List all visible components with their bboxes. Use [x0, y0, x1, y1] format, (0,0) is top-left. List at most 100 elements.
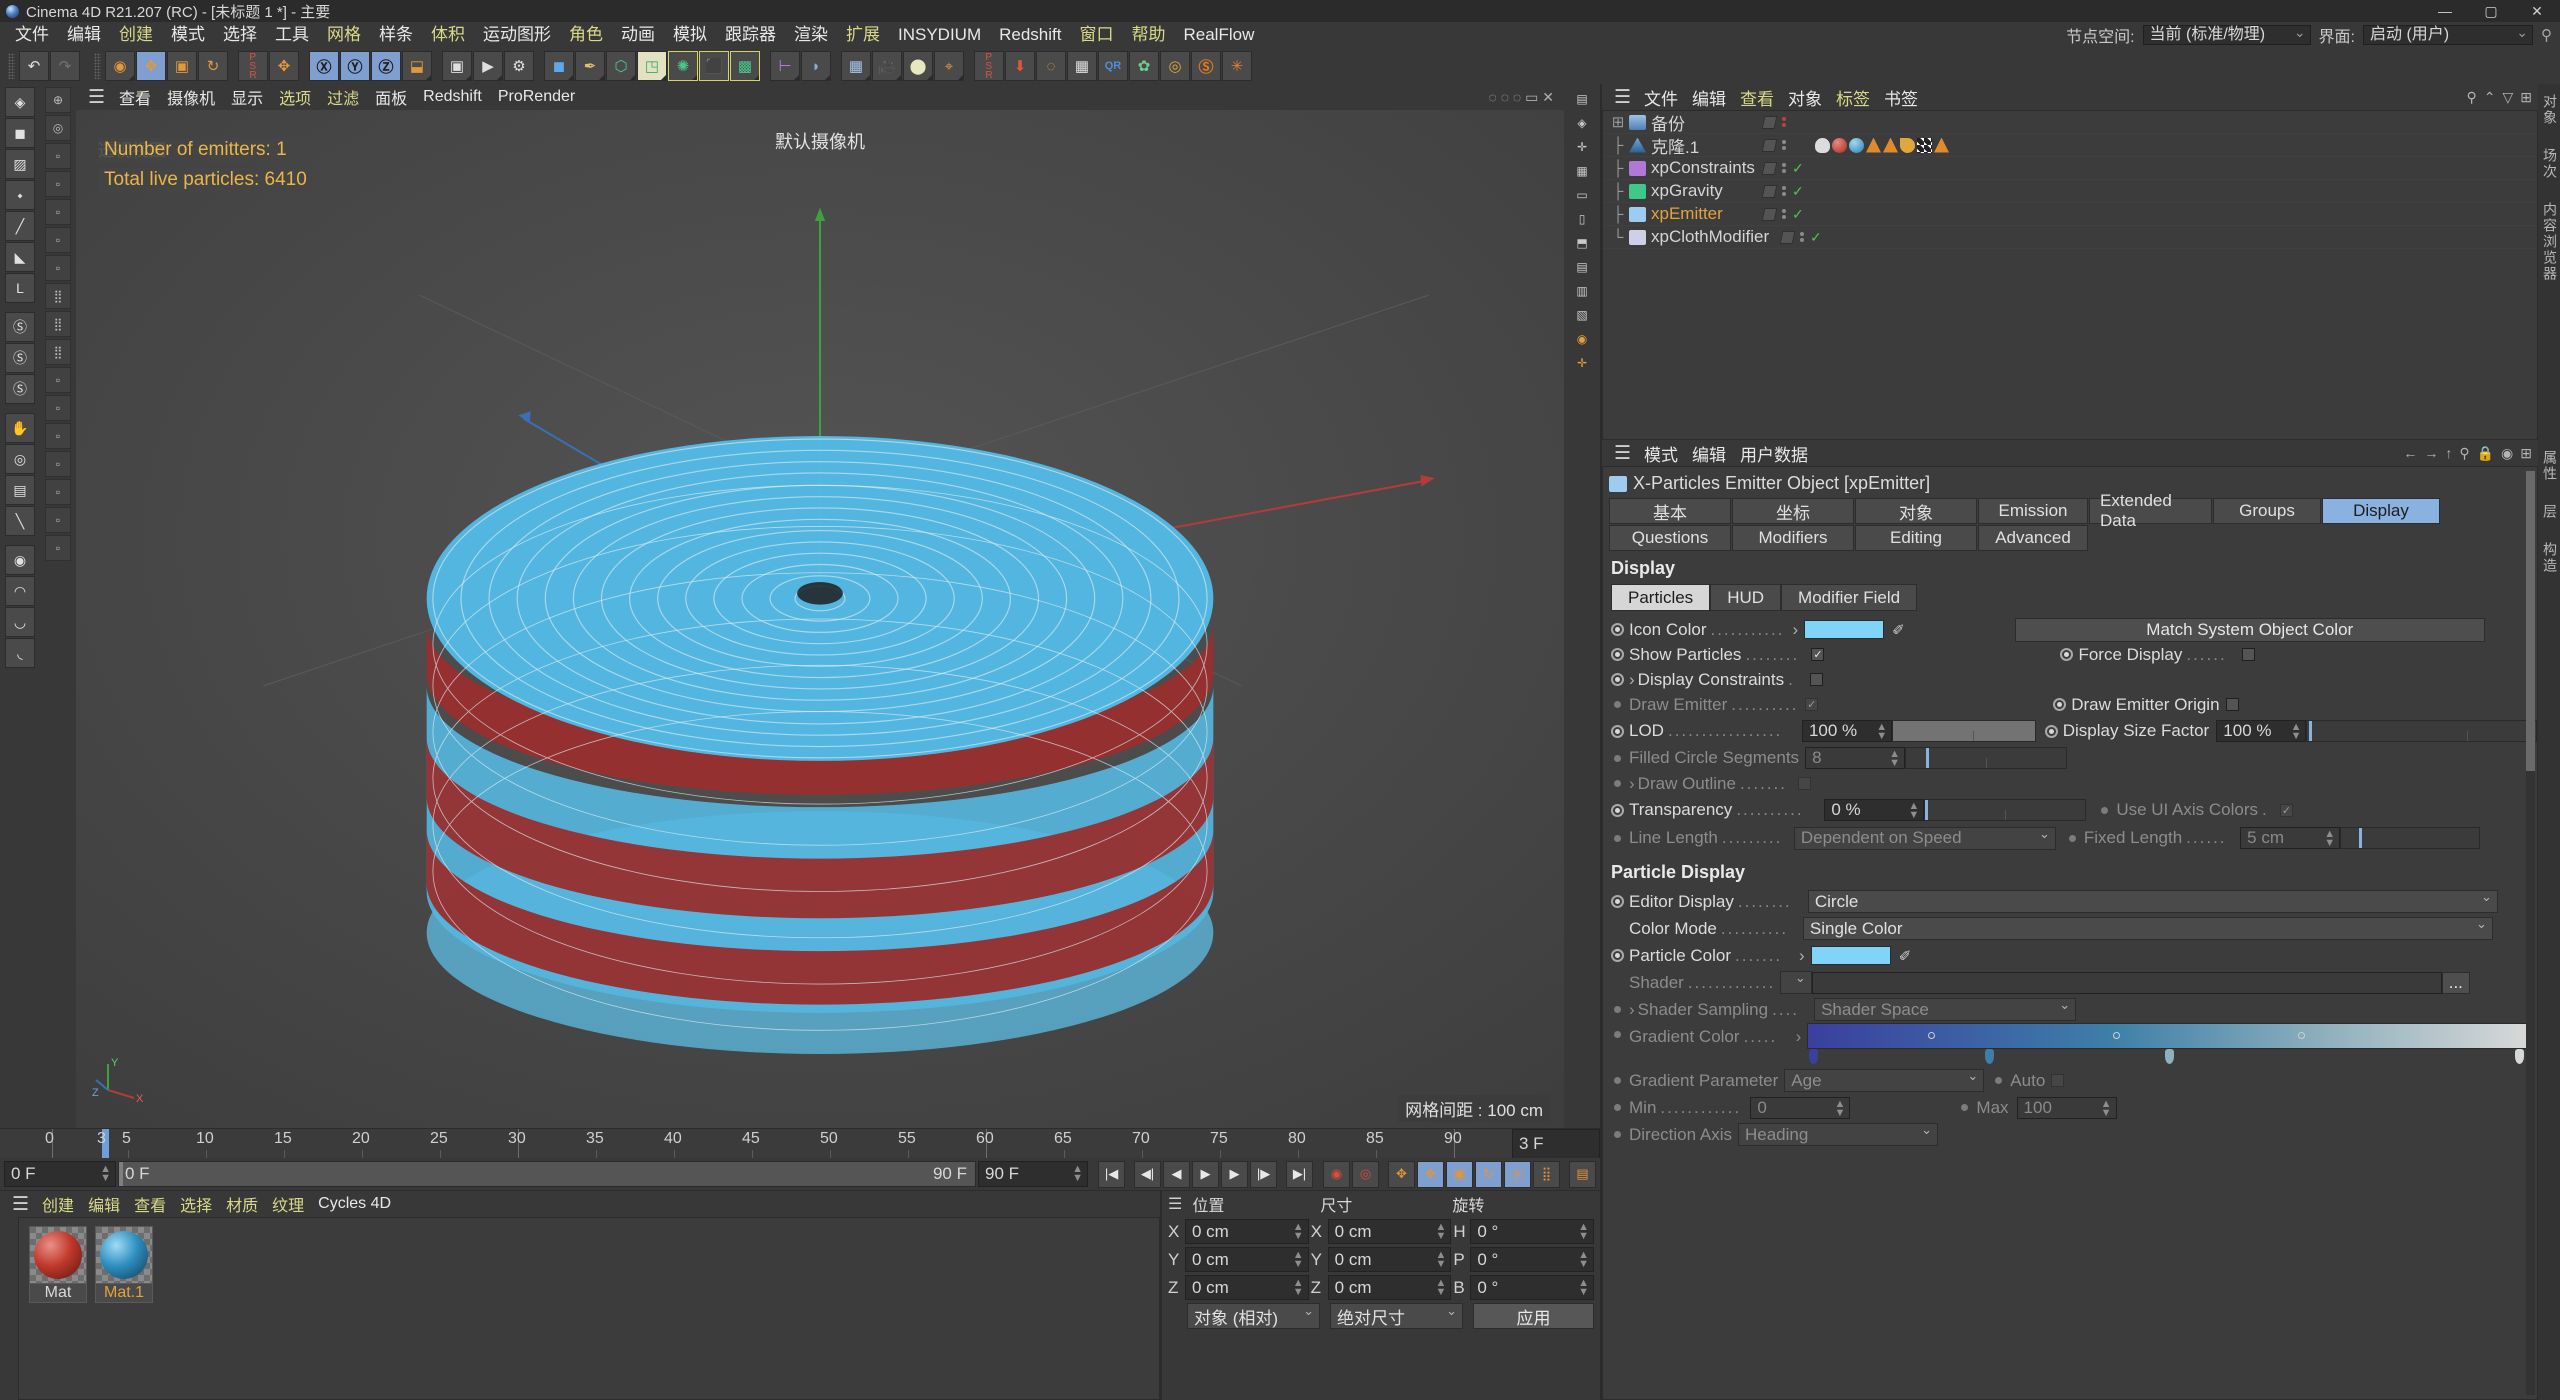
gradient-color-anim-dot[interactable] — [1614, 1031, 1621, 1038]
viewport-nav-12-icon[interactable]: ✛ — [1569, 352, 1595, 374]
filled-circle-segments-field[interactable]: 8 ▲ ▼ — [1805, 747, 1906, 769]
gradient-bar[interactable] — [1807, 1023, 2530, 1049]
match-system-object-color-button[interactable]: Match System Object Color — [2014, 617, 2485, 642]
gradient-stop-1[interactable] — [1985, 1049, 1995, 1064]
autokey-button[interactable]: ◎ — [1352, 1160, 1379, 1188]
preview-range-bar[interactable]: 0 F 90 F — [118, 1161, 976, 1187]
timeline-ruler[interactable]: 0 3 5 10 15 20 25 30 35 40 45 50 55 60 6… — [0, 1128, 1600, 1158]
material-tag-blue-icon[interactable] — [1849, 137, 1864, 153]
viewport-lock-button[interactable]: ◉ — [5, 545, 35, 575]
secondary-tool-4-button[interactable]: ▫ — [45, 171, 71, 197]
side-tab-structure[interactable]: 构造 — [2542, 526, 2558, 574]
generators-button[interactable]: ⬡ — [606, 51, 636, 81]
object-row[interactable]: ├ xpEmitter ✓ — [1603, 203, 2537, 226]
viewport-nav-5-icon[interactable]: ▭ — [1569, 184, 1595, 206]
menu-item-mesh[interactable]: 网格 — [318, 22, 370, 48]
display-size-factor-slider[interactable] — [2306, 720, 2537, 742]
secondary-tool-6-button[interactable]: ▫ — [45, 227, 71, 253]
move-tool-button[interactable]: ✥ — [136, 51, 166, 81]
secondary-tool-7-button[interactable]: ▫ — [45, 255, 71, 281]
visibility-dots[interactable] — [1782, 163, 1786, 173]
menu-item-volume[interactable]: 体积 — [422, 22, 474, 48]
live-selection-button[interactable]: ◉ — [105, 51, 135, 81]
object-tag-icon[interactable] — [1815, 137, 1830, 153]
viewport-menu-display[interactable]: 显示 — [223, 85, 271, 109]
orange-tag-2-icon[interactable] — [1883, 137, 1898, 153]
show-particles-anim-dot[interactable] — [1611, 648, 1624, 661]
shader-sampling-expand-icon[interactable]: › — [1629, 1000, 1635, 1020]
close-button[interactable]: ✕ — [2514, 0, 2560, 22]
side-tab-objects[interactable]: 对象 — [2542, 94, 2558, 126]
om-menu-view[interactable]: 查看 — [1733, 85, 1781, 110]
enabled-check-icon[interactable]: ✓ — [1792, 183, 1804, 200]
viewport-menu-filter[interactable]: 过滤 — [319, 85, 367, 109]
viewport-menu-view[interactable]: 查看 — [111, 85, 159, 109]
menu-item-spline[interactable]: 样条 — [370, 22, 422, 48]
viewport-nav-7-icon[interactable]: ⬒ — [1569, 232, 1595, 254]
y-axis-lock-button[interactable]: Ⓨ — [340, 51, 370, 81]
rot-p-field[interactable]: 0 ° ▲ ▼ — [1470, 1247, 1595, 1272]
workplane-button[interactable]: ✋ — [5, 413, 35, 443]
subtab-modifier-field[interactable]: Modifier Field — [1781, 584, 1918, 611]
shader-browse-button[interactable]: ... — [2441, 971, 2470, 994]
gradient-parameter-anim-dot[interactable] — [1614, 1077, 1621, 1084]
material-menu-view[interactable]: 查看 — [127, 1192, 173, 1216]
tab-modifiers[interactable]: Modifiers — [1732, 525, 1854, 551]
secondary-tool-10-button[interactable]: ⣿ — [45, 339, 71, 365]
cube-primitive-button[interactable]: ◼ — [544, 51, 574, 81]
gradient-stop-3[interactable] — [2515, 1049, 2525, 1064]
snap-settings-button[interactable]: ◎ — [5, 444, 35, 474]
min-field[interactable]: 0 ▲ ▼ — [1750, 1096, 1851, 1119]
editor-display-anim-dot[interactable] — [1611, 895, 1624, 908]
axis-button[interactable]: ⌖ — [934, 51, 964, 81]
material-menu-cycles4d[interactable]: Cycles 4D — [311, 1195, 398, 1213]
particle-color-expand-icon[interactable]: › — [1799, 946, 1805, 966]
menu-item-mograph[interactable]: 运动图形 — [474, 22, 560, 48]
param-key-button[interactable]: Ⓟ — [1504, 1160, 1531, 1188]
tab-coordinates[interactable]: 坐标 — [1732, 498, 1854, 524]
minimize-button[interactable]: — — [2422, 0, 2468, 22]
secondary-tool-11-button[interactable]: ▫ — [45, 367, 71, 393]
enabled-check-icon[interactable]: ✓ — [1792, 206, 1804, 223]
particle-disc-object[interactable] — [76, 110, 1564, 1128]
viewport-nav-icon[interactable]: ▤ — [1569, 88, 1595, 110]
draw-outline-checkbox[interactable] — [1797, 777, 1811, 790]
editor-display-select[interactable]: Circle — [1807, 889, 2498, 913]
tab-advanced[interactable]: Advanced — [1978, 525, 2088, 551]
viewport-menu-camera[interactable]: 摄像机 — [159, 85, 223, 109]
line-length-select[interactable]: Dependent on Speed — [1793, 826, 2056, 850]
tab-groups[interactable]: Groups — [2213, 498, 2321, 524]
back-arrow-icon[interactable]: ← — [2403, 445, 2417, 462]
move-axis-button[interactable]: ✥ — [269, 51, 299, 81]
secondary-tool-3-button[interactable]: ▫ — [45, 143, 71, 169]
tab-basic[interactable]: 基本 — [1609, 498, 1731, 524]
menu-item-extensions[interactable]: 扩展 — [837, 22, 889, 48]
search-icon[interactable]: ⚲ — [2541, 26, 2552, 44]
tab-editing[interactable]: Editing — [1855, 525, 1977, 551]
visibility-toggle[interactable] — [1761, 138, 1778, 152]
pos-z-field[interactable]: 0 cm ▲ ▼ — [1185, 1275, 1309, 1300]
show-particles-checkbox[interactable]: ✓ — [1811, 648, 1825, 661]
rotation-key-button[interactable]: ↻ — [1475, 1160, 1502, 1188]
play-button[interactable]: ▶ — [1192, 1160, 1219, 1188]
tab-extended-data[interactable]: Extended Data — [2089, 491, 2212, 530]
mograph-button[interactable]: ✺ — [668, 51, 698, 81]
visibility-toggle[interactable] — [1761, 161, 1778, 175]
enabled-check-icon[interactable]: ✓ — [1810, 229, 1822, 246]
secondary-tool-14-button[interactable]: ▫ — [45, 451, 71, 477]
undo-button[interactable]: ↶ — [19, 51, 49, 81]
orange-tag-icon[interactable] — [1866, 137, 1881, 153]
target-button[interactable]: ◎ — [1160, 51, 1190, 81]
quantize-button[interactable]: ▤ — [5, 475, 35, 505]
material-item[interactable]: Mat — [29, 1226, 87, 1391]
expand-icon[interactable]: ⊞ — [2520, 89, 2532, 106]
environment-button[interactable]: ▦ — [841, 51, 871, 81]
direction-axis-anim-dot[interactable] — [1614, 1131, 1621, 1138]
guide-button[interactable]: ╲ — [5, 506, 35, 536]
transparency-anim-dot[interactable] — [1611, 803, 1624, 817]
tab-object[interactable]: 对象 — [1855, 498, 1977, 524]
viewport-menu-options[interactable]: 选项 — [271, 85, 319, 109]
psr-second-button[interactable]: PSR — [974, 51, 1004, 81]
material-list[interactable]: Mat Mat.1 — [18, 1217, 1160, 1400]
menu-item-realflow[interactable]: RealFlow — [1175, 22, 1264, 48]
